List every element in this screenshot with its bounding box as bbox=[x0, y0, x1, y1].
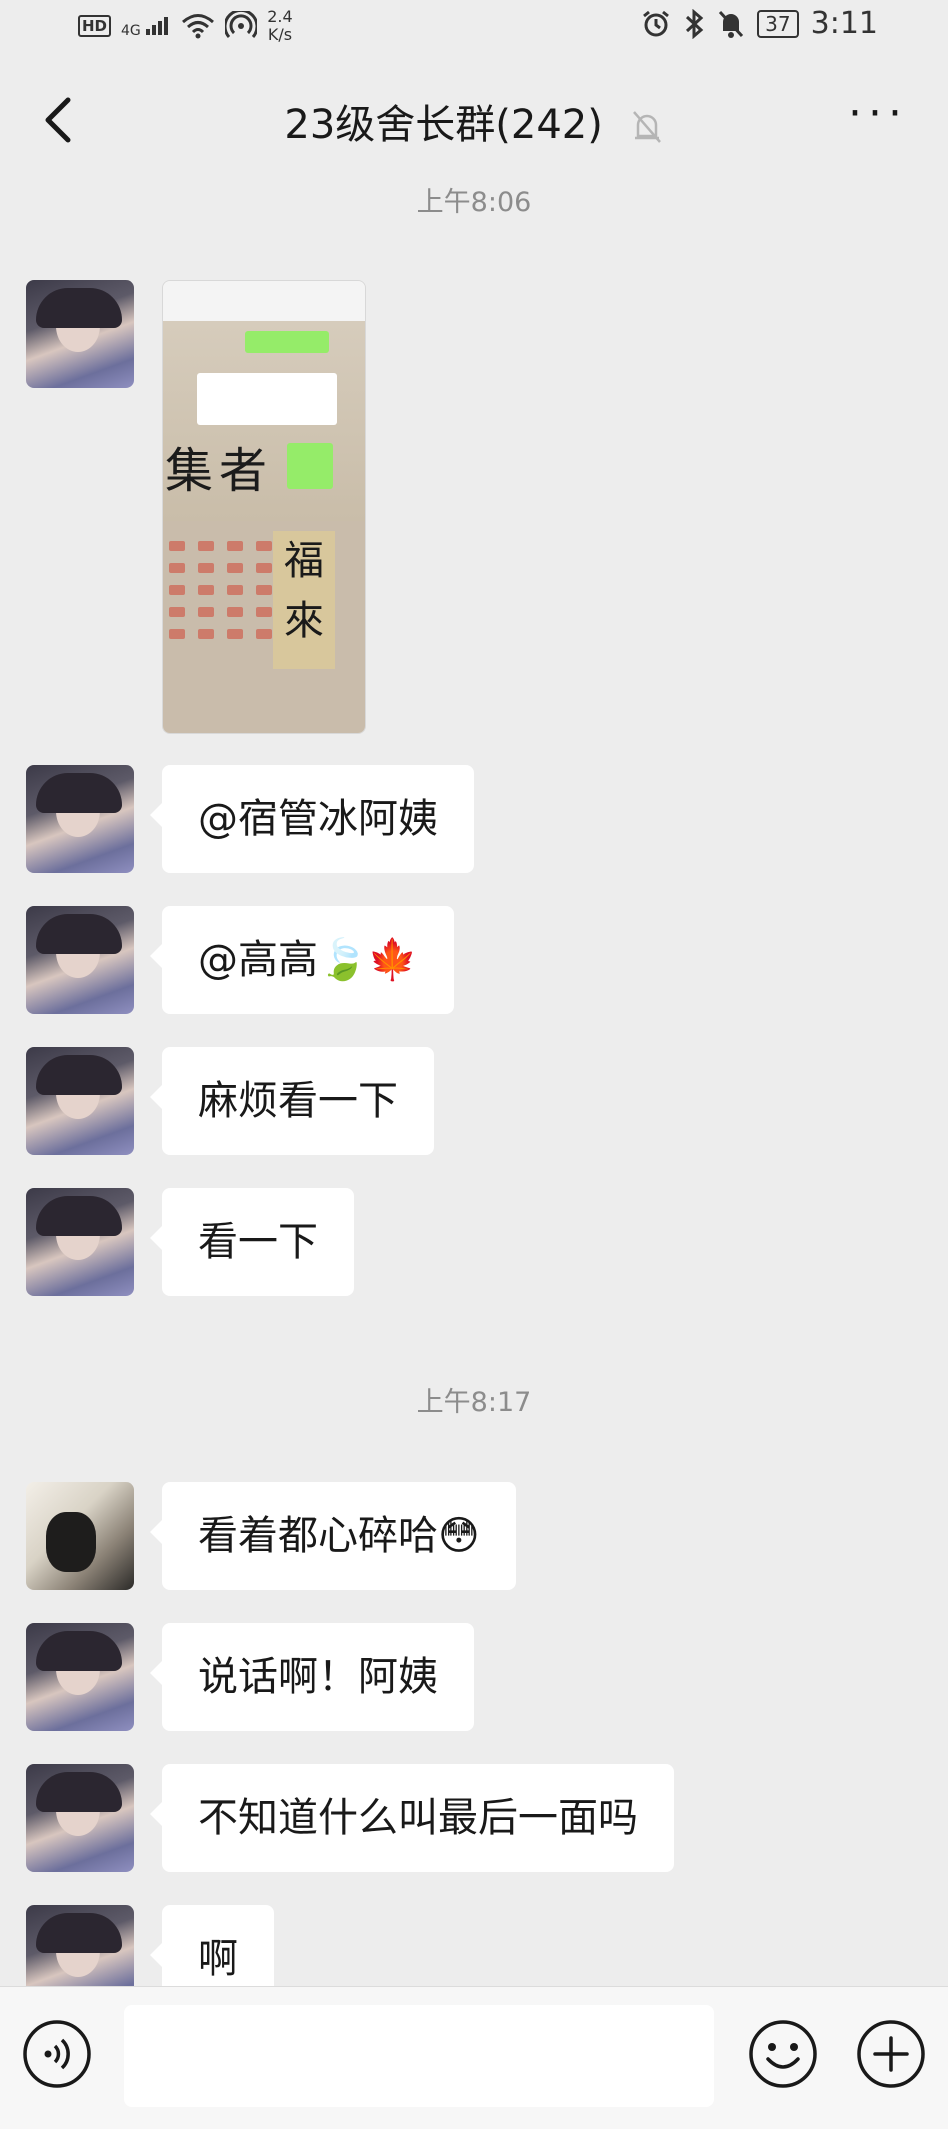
message-row: @高高🍃🍁 bbox=[26, 906, 454, 1014]
message-text: 麻烦看一下 bbox=[198, 1078, 398, 1124]
message-bubble[interactable]: 不知道什么叫最后一面吗 bbox=[150, 1764, 674, 1872]
message-emoji: 😳 bbox=[438, 1513, 480, 1559]
network-type: 4G bbox=[121, 22, 141, 39]
message-bubble[interactable]: 说话啊！阿姨 bbox=[150, 1623, 474, 1731]
message-input[interactable] bbox=[124, 2005, 714, 2107]
image-thumb-chat: 集 者 bbox=[163, 321, 365, 521]
input-bar bbox=[0, 1986, 948, 2129]
brush-char: 來 bbox=[284, 598, 324, 644]
avatar[interactable] bbox=[26, 1482, 134, 1590]
message-bubble[interactable]: 看一下 bbox=[150, 1188, 354, 1296]
message-row: 看着都心碎哈😳 bbox=[26, 1482, 516, 1590]
message-text: 不知道什么叫最后一面吗 bbox=[198, 1795, 638, 1841]
message-text: @宿管冰阿姨 bbox=[198, 796, 438, 842]
message-row-image: 集 者 福 來 bbox=[26, 280, 366, 734]
bell-muted-icon bbox=[632, 111, 661, 143]
message-bubble[interactable]: @宿管冰阿姨 bbox=[150, 765, 474, 873]
wifi-icon bbox=[182, 14, 215, 39]
avatar[interactable] bbox=[26, 1764, 134, 1872]
smiley-icon[interactable] bbox=[748, 2019, 818, 2089]
message-text: 看着都心碎哈 bbox=[198, 1513, 438, 1559]
chat-title-wrap: 23级舍长群(242) bbox=[0, 92, 948, 150]
battery-indicator: 37 bbox=[757, 9, 799, 38]
chat-header: 23级舍长群(242) ··· bbox=[0, 80, 948, 160]
avatar[interactable] bbox=[26, 280, 134, 388]
brush-char: 集 bbox=[165, 443, 214, 499]
voice-icon[interactable] bbox=[22, 2019, 92, 2089]
message-emoji: 🍃🍁 bbox=[318, 937, 418, 983]
avatar[interactable] bbox=[26, 1047, 134, 1155]
message-text: @高高 bbox=[198, 937, 318, 983]
more-options-button[interactable]: ··· bbox=[848, 92, 908, 136]
fu-sticker: 福 來 bbox=[273, 531, 335, 669]
message-row: 说话啊！阿姨 bbox=[26, 1623, 474, 1731]
message-row: @宿管冰阿姨 bbox=[26, 765, 474, 873]
message-text: 说话啊！阿姨 bbox=[198, 1654, 438, 1700]
message-row: 不知道什么叫最后一面吗 bbox=[26, 1764, 674, 1872]
message-bubble[interactable]: 看着都心碎哈😳 bbox=[150, 1482, 516, 1590]
avatar[interactable] bbox=[26, 1188, 134, 1296]
message-bubble[interactable]: 麻烦看一下 bbox=[150, 1047, 434, 1155]
message-text: 啊 bbox=[198, 1936, 238, 1982]
hd-badge: HD bbox=[78, 15, 112, 37]
status-time: 3:11 bbox=[810, 6, 878, 41]
status-bar: HD 4G 2.4 K/s 37 3:11 bbox=[0, 0, 948, 50]
avatar[interactable] bbox=[26, 1623, 134, 1731]
silent-bell-icon bbox=[719, 10, 744, 38]
timestamp: 上午8:06 bbox=[416, 187, 532, 218]
chat-title: 23级舍长群(242) bbox=[284, 102, 603, 148]
message-text: 看一下 bbox=[198, 1219, 318, 1265]
image-thumb-header bbox=[163, 281, 365, 322]
avatar[interactable] bbox=[26, 906, 134, 1014]
signal-icon: 4G bbox=[121, 15, 171, 38]
hotspot-icon bbox=[225, 11, 258, 38]
brush-char: 福 bbox=[284, 538, 324, 584]
message-row: 看一下 bbox=[26, 1188, 354, 1296]
avatar[interactable] bbox=[26, 765, 134, 873]
speed-unit: K/s bbox=[267, 25, 293, 44]
brush-char: 者 bbox=[219, 443, 268, 499]
plus-icon[interactable] bbox=[856, 2019, 926, 2089]
bluetooth-icon bbox=[686, 8, 704, 39]
message-row: 麻烦看一下 bbox=[26, 1047, 434, 1155]
image-message[interactable]: 集 者 福 來 bbox=[162, 280, 366, 734]
message-bubble[interactable]: @高高🍃🍁 bbox=[150, 906, 454, 1014]
alarm-icon bbox=[643, 10, 670, 36]
network-speed: 2.4 K/s bbox=[267, 8, 292, 44]
image-thumb-keyboard: 福 來 bbox=[163, 521, 365, 733]
timestamp: 上午8:17 bbox=[416, 1387, 532, 1418]
speed-value: 2.4 bbox=[267, 7, 293, 26]
